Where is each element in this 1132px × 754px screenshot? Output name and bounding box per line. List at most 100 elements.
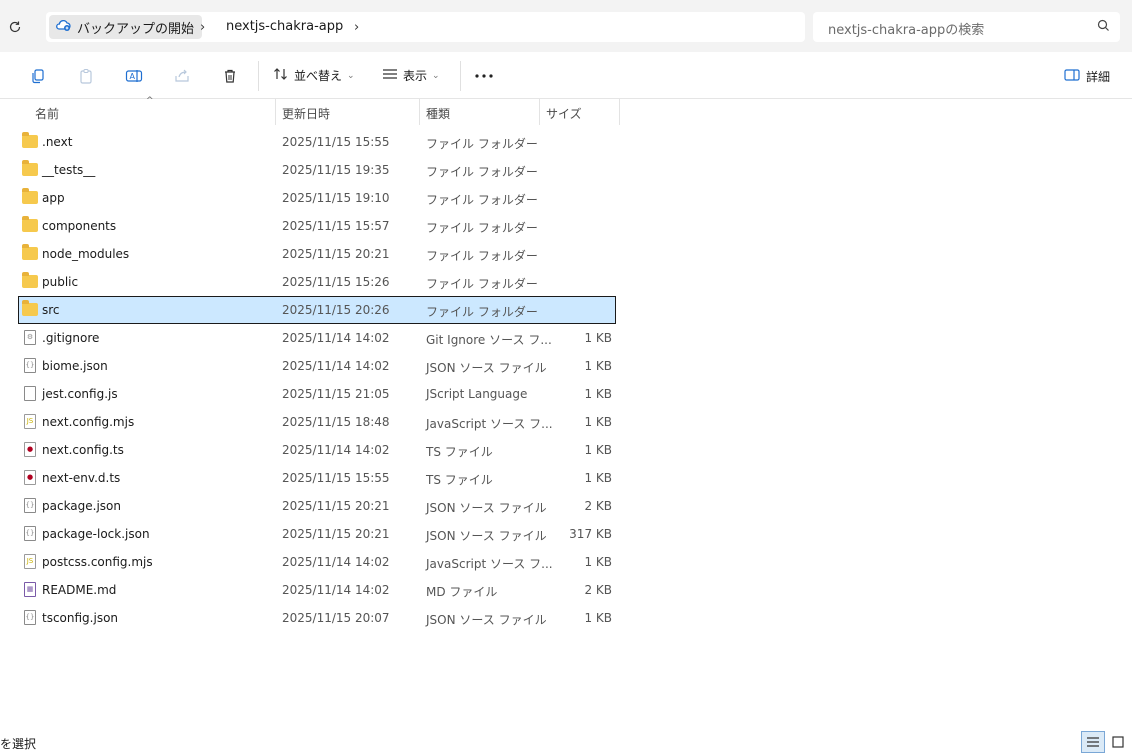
search-input[interactable]: nextjs-chakra-appの検索: [828, 19, 984, 38]
file-date: 2025/11/15 20:26: [282, 303, 390, 317]
file-row[interactable]: {} package.json 2025/11/15 20:21 JSON ソース フ…: [0, 492, 620, 520]
file-row[interactable]: JS next.config.mjs 2025/11/15 18:48 JavaScr…: [0, 408, 620, 436]
search-box[interactable]: nextjs-chakra-appの検索: [813, 12, 1120, 42]
file-row[interactable]: jest.config.js 2025/11/15 21:05 JScript La…: [0, 380, 620, 408]
file-row[interactable]: __tests__ 2025/11/15 19:35 ファイル フォルダー: [0, 156, 620, 184]
file-type: TS ファイル: [426, 445, 493, 459]
json-file-icon: {}: [22, 526, 38, 541]
file-size: 2 KB: [584, 499, 612, 513]
file-size: 1 KB: [584, 611, 612, 625]
file-date: 2025/11/14 14:02: [282, 555, 390, 569]
file-row[interactable]: ⚙ .gitignore 2025/11/14 14:02 Git Ignore ソー…: [0, 324, 620, 352]
search-icon[interactable]: [1097, 19, 1110, 35]
folder-icon: [22, 244, 38, 261]
status-text: を選択: [0, 737, 37, 751]
details-view-icon: [1087, 737, 1099, 747]
file-date: 2025/11/14 14:02: [282, 331, 390, 345]
file-type: TS ファイル: [426, 473, 493, 487]
file-size: 1 KB: [584, 471, 612, 485]
file-row[interactable]: ▦ README.md 2025/11/14 14:02 MD ファイル 2 KB: [0, 576, 620, 604]
folder-icon: [22, 160, 38, 177]
view-label: 表示: [403, 69, 428, 83]
folder-icon: [22, 216, 38, 233]
address-bar-row: バックアップの開始 › nextjs-chakra-app › nextjs-c…: [0, 0, 1132, 52]
file-date: 2025/11/15 21:05: [282, 387, 390, 401]
delete-icon[interactable]: [220, 66, 240, 86]
copy-icon[interactable]: [28, 66, 48, 86]
file-date: 2025/11/15 20:21: [282, 527, 390, 541]
details-pane-icon: [1064, 69, 1080, 84]
folder-icon: [22, 132, 38, 149]
file-date: 2025/11/14 14:02: [282, 359, 390, 373]
paste-icon[interactable]: [76, 66, 96, 86]
column-divider[interactable]: [419, 99, 420, 125]
file-row[interactable]: ● next.config.ts 2025/11/14 14:02 TS ファイル 1 …: [0, 436, 620, 464]
toolbar-divider: [460, 61, 461, 91]
file-row[interactable]: JS postcss.config.mjs 2025/11/14 14:02 Java…: [0, 548, 620, 576]
svg-text:A: A: [130, 72, 136, 81]
folder-icon: [22, 272, 38, 289]
column-divider[interactable]: [619, 99, 620, 125]
file-date: 2025/11/14 14:02: [282, 443, 390, 457]
column-name[interactable]: 名前: [35, 105, 59, 122]
status-bar: を選択: [0, 729, 1132, 754]
file-name: .next: [42, 135, 73, 149]
column-header: ^ 名前 更新日時 種類 サイズ: [0, 96, 620, 125]
column-size[interactable]: サイズ: [546, 105, 582, 122]
folder-icon: [22, 188, 38, 205]
details-view-button[interactable]: [1081, 731, 1105, 753]
file-name: biome.json: [42, 359, 108, 373]
details-label: 詳細: [1085, 70, 1110, 84]
file-row[interactable]: {} tsconfig.json 2025/11/15 20:07 JSON ソース …: [0, 604, 620, 632]
breadcrumb-home[interactable]: バックアップの開始: [49, 15, 203, 39]
file-name: src: [42, 303, 60, 317]
more-options-icon[interactable]: [474, 66, 494, 86]
column-divider[interactable]: [275, 99, 276, 125]
share-icon[interactable]: [172, 66, 192, 86]
file-name: __tests__: [42, 163, 96, 177]
file-date: 2025/11/15 20:07: [282, 611, 390, 625]
file-row[interactable]: .next 2025/11/15 15:55 ファイル フォルダー: [0, 128, 620, 156]
file-type: JSON ソース ファイル: [426, 501, 547, 515]
column-type[interactable]: 種類: [426, 105, 450, 122]
chevron-right-icon[interactable]: ›: [354, 20, 359, 35]
file-name: public: [42, 275, 79, 289]
file-size: 1 KB: [584, 443, 612, 457]
breadcrumb-folder[interactable]: nextjs-chakra-app: [226, 19, 343, 34]
file-row[interactable]: ● next-env.d.ts 2025/11/15 15:55 TS ファイル 1 K…: [0, 464, 620, 492]
file-size: 1 KB: [584, 387, 612, 401]
toolbar-divider: [258, 61, 259, 91]
file-row[interactable]: public 2025/11/15 15:26 ファイル フォルダー: [0, 268, 620, 296]
file-row[interactable]: src 2025/11/15 20:26 ファイル フォルダー: [18, 296, 616, 324]
breadcrumb[interactable]: バックアップの開始 › nextjs-chakra-app ›: [46, 12, 805, 42]
rename-icon[interactable]: A: [124, 66, 144, 86]
sort-button[interactable]: 並べ替え ⌄: [273, 67, 355, 84]
file-date: 2025/11/14 14:02: [282, 583, 390, 597]
refresh-icon[interactable]: [6, 18, 24, 36]
file-name: next.config.mjs: [42, 415, 135, 429]
view-button[interactable]: 表示 ⌄: [382, 67, 440, 84]
file-name: next.config.ts: [42, 443, 124, 457]
file-type: ファイル フォルダー: [426, 165, 538, 179]
sort-icon: [273, 67, 289, 84]
sort-label: 並べ替え: [294, 69, 343, 83]
chevron-right-icon[interactable]: ›: [200, 20, 205, 35]
chevron-down-icon: ⌄: [432, 70, 440, 81]
file-row[interactable]: components 2025/11/15 15:57 ファイル フォルダー: [0, 212, 620, 240]
file-row[interactable]: {} package-lock.json 2025/11/15 20:21 JSON …: [0, 520, 620, 548]
file-row[interactable]: app 2025/11/15 19:10 ファイル フォルダー: [0, 184, 620, 212]
details-pane-button[interactable]: 詳細: [1064, 68, 1110, 85]
large-icons-view-button[interactable]: [1106, 731, 1130, 753]
file-name: node_modules: [42, 247, 130, 261]
file-size: 317 KB: [569, 527, 612, 541]
file-type: Git Ignore ソース フ...: [426, 333, 552, 347]
file-type: ファイル フォルダー: [426, 249, 538, 263]
file-date: 2025/11/15 20:21: [282, 499, 390, 513]
javascript-file-icon: JS: [22, 414, 38, 429]
file-row[interactable]: node_modules 2025/11/15 20:21 ファイル フォルダー: [0, 240, 620, 268]
file-row[interactable]: {} biome.json 2025/11/14 14:02 JSON ソース ファイ…: [0, 352, 620, 380]
column-divider[interactable]: [539, 99, 540, 125]
file-type: JSON ソース ファイル: [426, 529, 547, 543]
file-date: 2025/11/15 15:55: [282, 471, 390, 485]
column-date[interactable]: 更新日時: [282, 105, 330, 122]
